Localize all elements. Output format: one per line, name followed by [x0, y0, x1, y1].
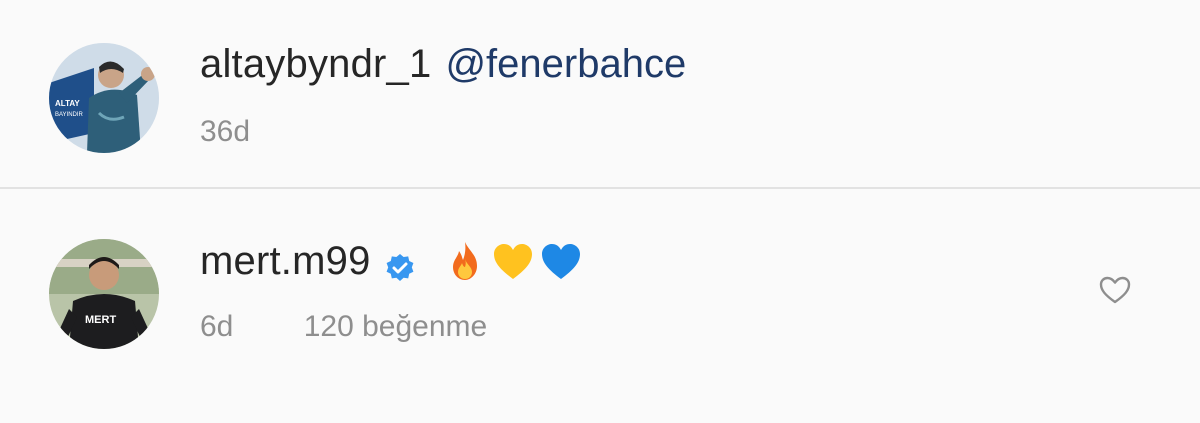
avatar[interactable]: MERT	[49, 239, 159, 349]
avatar-lettering: MERT	[85, 314, 116, 326]
avatar[interactable]: ALTAY BAYINDIR	[49, 43, 159, 153]
comment-item: MERT mert.m99 6d 120 beğenme	[0, 190, 1200, 423]
username[interactable]: mert.m99	[200, 237, 371, 285]
timestamp: 6d	[200, 310, 234, 343]
comment-text-line: mert.m99	[200, 237, 583, 285]
blue-heart-emoji	[539, 239, 583, 283]
svg-text:BAYINDIR: BAYINDIR	[55, 112, 84, 118]
comment-text-line: altaybyndr_1 @fenerbahce	[200, 40, 686, 88]
like-count[interactable]: 120 beğenme	[304, 310, 488, 343]
emoji-group	[443, 239, 583, 283]
avatar-image: ALTAY BAYINDIR	[49, 43, 159, 153]
avatar-image: MERT	[49, 239, 159, 349]
divider	[0, 187, 1200, 189]
heart-outline-icon[interactable]	[1098, 275, 1132, 305]
username[interactable]: altaybyndr_1	[200, 40, 431, 88]
avatar-lettering: ALTAY	[55, 99, 80, 108]
mention-link[interactable]: @fenerbahce	[445, 40, 686, 88]
comment-meta: 6d 120 beğenme	[200, 310, 487, 344]
comment-meta: 36d	[200, 115, 250, 149]
yellow-heart-emoji	[491, 239, 535, 283]
comment-item: ALTAY BAYINDIR altaybyndr_1 @fenerbahce …	[0, 0, 1200, 188]
fire-emoji	[443, 239, 487, 283]
verified-badge-icon	[385, 246, 415, 281]
timestamp: 36d	[200, 115, 251, 148]
